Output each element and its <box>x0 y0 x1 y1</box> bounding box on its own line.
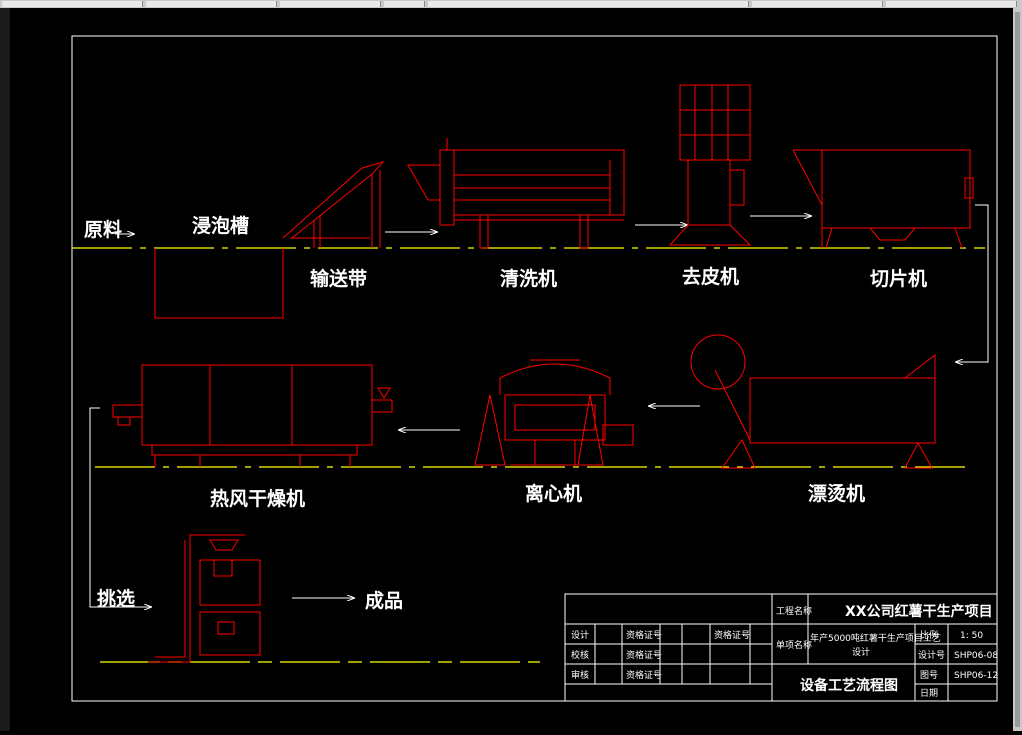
tb-project-label: 工程名称 <box>776 605 812 617</box>
window-toolbar-strip <box>0 0 1022 8</box>
toolbar-field[interactable] <box>280 1 381 7</box>
tb-drawing-no-label: 图号 <box>920 670 938 681</box>
tb-design-no-value: SHP06-08 <box>954 651 998 661</box>
label-blancher: 漂烫机 <box>808 483 865 505</box>
flow-arrows <box>89 204 989 607</box>
label-slicer: 切片机 <box>870 267 927 290</box>
toolbar-field[interactable] <box>146 1 277 7</box>
tb-row-role: 设计 <box>571 629 589 641</box>
conveyor-shape <box>282 161 385 248</box>
tb-drawing-no-value: SHP06-12 <box>954 671 998 681</box>
tb-date-label: 日期 <box>920 688 938 699</box>
tb-row-cert: 资格证号 <box>626 629 662 641</box>
peeler-shape <box>668 84 752 246</box>
soak-tank-shape <box>154 248 284 319</box>
toolbar-field[interactable] <box>886 1 1017 7</box>
centrifuge-shape <box>474 359 634 466</box>
label-product: 成品 <box>365 589 403 612</box>
tb-row-cert: 资格证号 <box>626 649 662 661</box>
tb-scale-value: 1: 50 <box>960 631 983 641</box>
label-hot-air-dryer: 热风干燥机 <box>210 487 305 510</box>
tb-drawing-title: 设备工艺流程图 <box>800 677 898 694</box>
scrollbar-thumb[interactable] <box>1015 12 1020 727</box>
tb-project-name: XX公司红薯干生产项目 <box>845 603 993 620</box>
tb-item-name-2: 设计 <box>852 646 870 658</box>
slicer-shape <box>792 149 974 249</box>
tb-row-role: 审核 <box>571 669 589 681</box>
window-left-edge <box>0 8 10 731</box>
toolbar-field[interactable] <box>384 1 425 7</box>
tb-cert-col2: 资格证号 <box>714 629 750 641</box>
tb-row-role: 校核 <box>571 649 589 661</box>
washer-shape <box>407 138 625 249</box>
toolbar-field[interactable] <box>2 1 143 7</box>
tb-scale-label: 比例 <box>920 629 938 641</box>
blancher-shape <box>690 334 936 469</box>
tb-item-label: 单项名称 <box>776 639 812 651</box>
label-raw-material: 原料 <box>84 218 122 241</box>
tb-row-cert: 资格证号 <box>626 669 662 681</box>
label-conveyor: 输送带 <box>310 267 367 290</box>
label-centrifuge: 离心机 <box>525 482 582 505</box>
cad-drawing-canvas[interactable]: 原料 浸泡槽 输送带 清洗机 去皮机 切片机 漂烫机 离心机 热风干燥机 挑选 … <box>10 8 1013 731</box>
vertical-scrollbar[interactable] <box>1013 8 1022 731</box>
hot-air-dryer-shape <box>112 364 393 467</box>
label-washer: 清洗机 <box>500 267 557 290</box>
tb-design-no-label: 设计号 <box>918 649 945 661</box>
sorting-machine-shape <box>148 534 261 663</box>
toolbar-field[interactable] <box>428 1 749 7</box>
label-peeler: 去皮机 <box>682 265 739 288</box>
drawing-border <box>71 35 998 702</box>
toolbar-field[interactable] <box>752 1 883 7</box>
label-soak-tank: 浸泡槽 <box>192 214 249 237</box>
